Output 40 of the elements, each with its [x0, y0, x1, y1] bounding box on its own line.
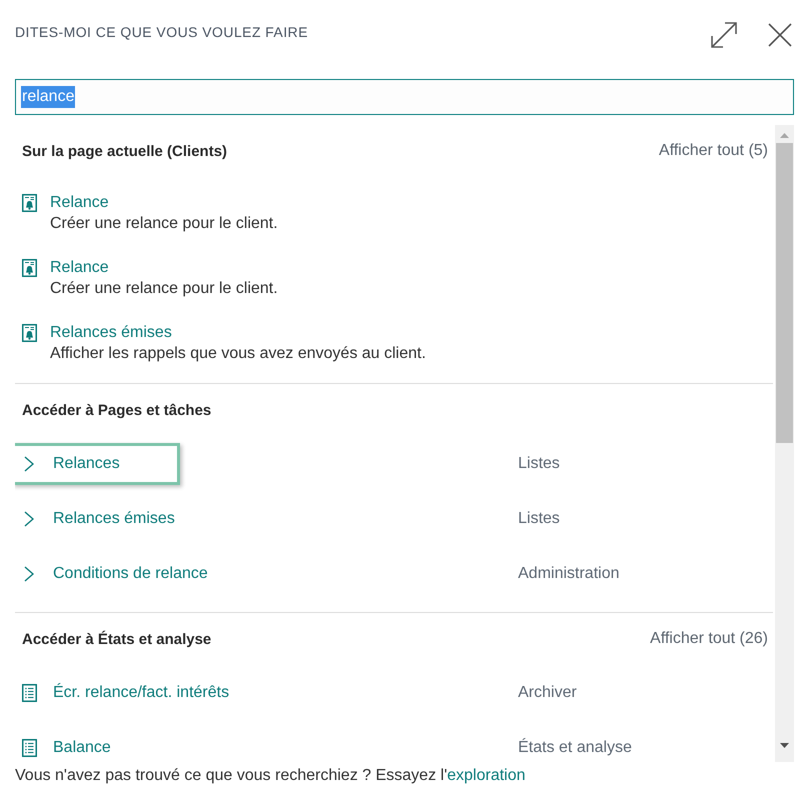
category-label: Administration: [518, 564, 620, 582]
category-label: États et analyse: [518, 738, 633, 756]
scrollbar-track[interactable]: [775, 125, 794, 762]
exploration-link[interactable]: exploration: [447, 767, 526, 784]
action-item[interactable]: Relances émises Afficher les rappels que vous avez envoyés au client.: [15, 307, 773, 372]
chevron-right-icon: [24, 566, 34, 582]
bell-document-icon: [22, 324, 37, 342]
category-label: Listes: [518, 510, 561, 528]
page-link[interactable]: Relances: [15, 442, 180, 484]
dialog-title: DITES-MOI CE QUE VOUS VOULEZ FAIRE: [15, 24, 310, 40]
footer-hint: Vous n'avez pas trouvé ce que vous recherchiez ? Essayez l'exploration: [15, 766, 526, 786]
section-title: Accéder à États et analyse: [22, 630, 212, 648]
action-item[interactable]: Relance Créer une relance pour le client.: [15, 177, 773, 242]
bell-document-icon: [22, 194, 37, 212]
chevron-right-icon: [24, 510, 34, 526]
list-document-icon: [22, 738, 37, 756]
show-all-link[interactable]: Afficher tout (26): [650, 630, 768, 648]
show-all-link[interactable]: Afficher tout (5): [658, 142, 768, 160]
close-icon: [768, 23, 792, 47]
close-button[interactable]: [768, 23, 792, 47]
action-title: Relances émises: [50, 323, 172, 343]
category-label: Listes: [518, 454, 561, 472]
chevron-right-icon: [24, 456, 34, 472]
action-title: Relance: [50, 193, 109, 213]
action-title: Relance: [50, 258, 109, 278]
category-label: Archiver: [518, 684, 578, 702]
list-document-icon: [22, 684, 37, 702]
bell-document-icon: [22, 259, 37, 277]
section-title: Accéder à Pages et tâches: [22, 402, 212, 418]
action-description: Afficher les rappels que vous avez envoyés au client.: [50, 344, 426, 364]
action-description: Créer une relance pour le client.: [50, 279, 278, 299]
expand-icon: [710, 21, 738, 49]
section-title: Sur la page actuelle (Clients): [22, 142, 228, 160]
action-description: Créer une relance pour le client.: [50, 214, 278, 234]
search-text: relance: [21, 86, 76, 108]
scroll-down-arrow-icon[interactable]: [780, 743, 789, 748]
scrollbar-thumb[interactable]: [776, 143, 793, 443]
search-field[interactable]: relance: [15, 79, 794, 115]
action-item[interactable]: Relance Créer une relance pour le client.: [15, 242, 773, 307]
expand-button[interactable]: [710, 21, 738, 49]
